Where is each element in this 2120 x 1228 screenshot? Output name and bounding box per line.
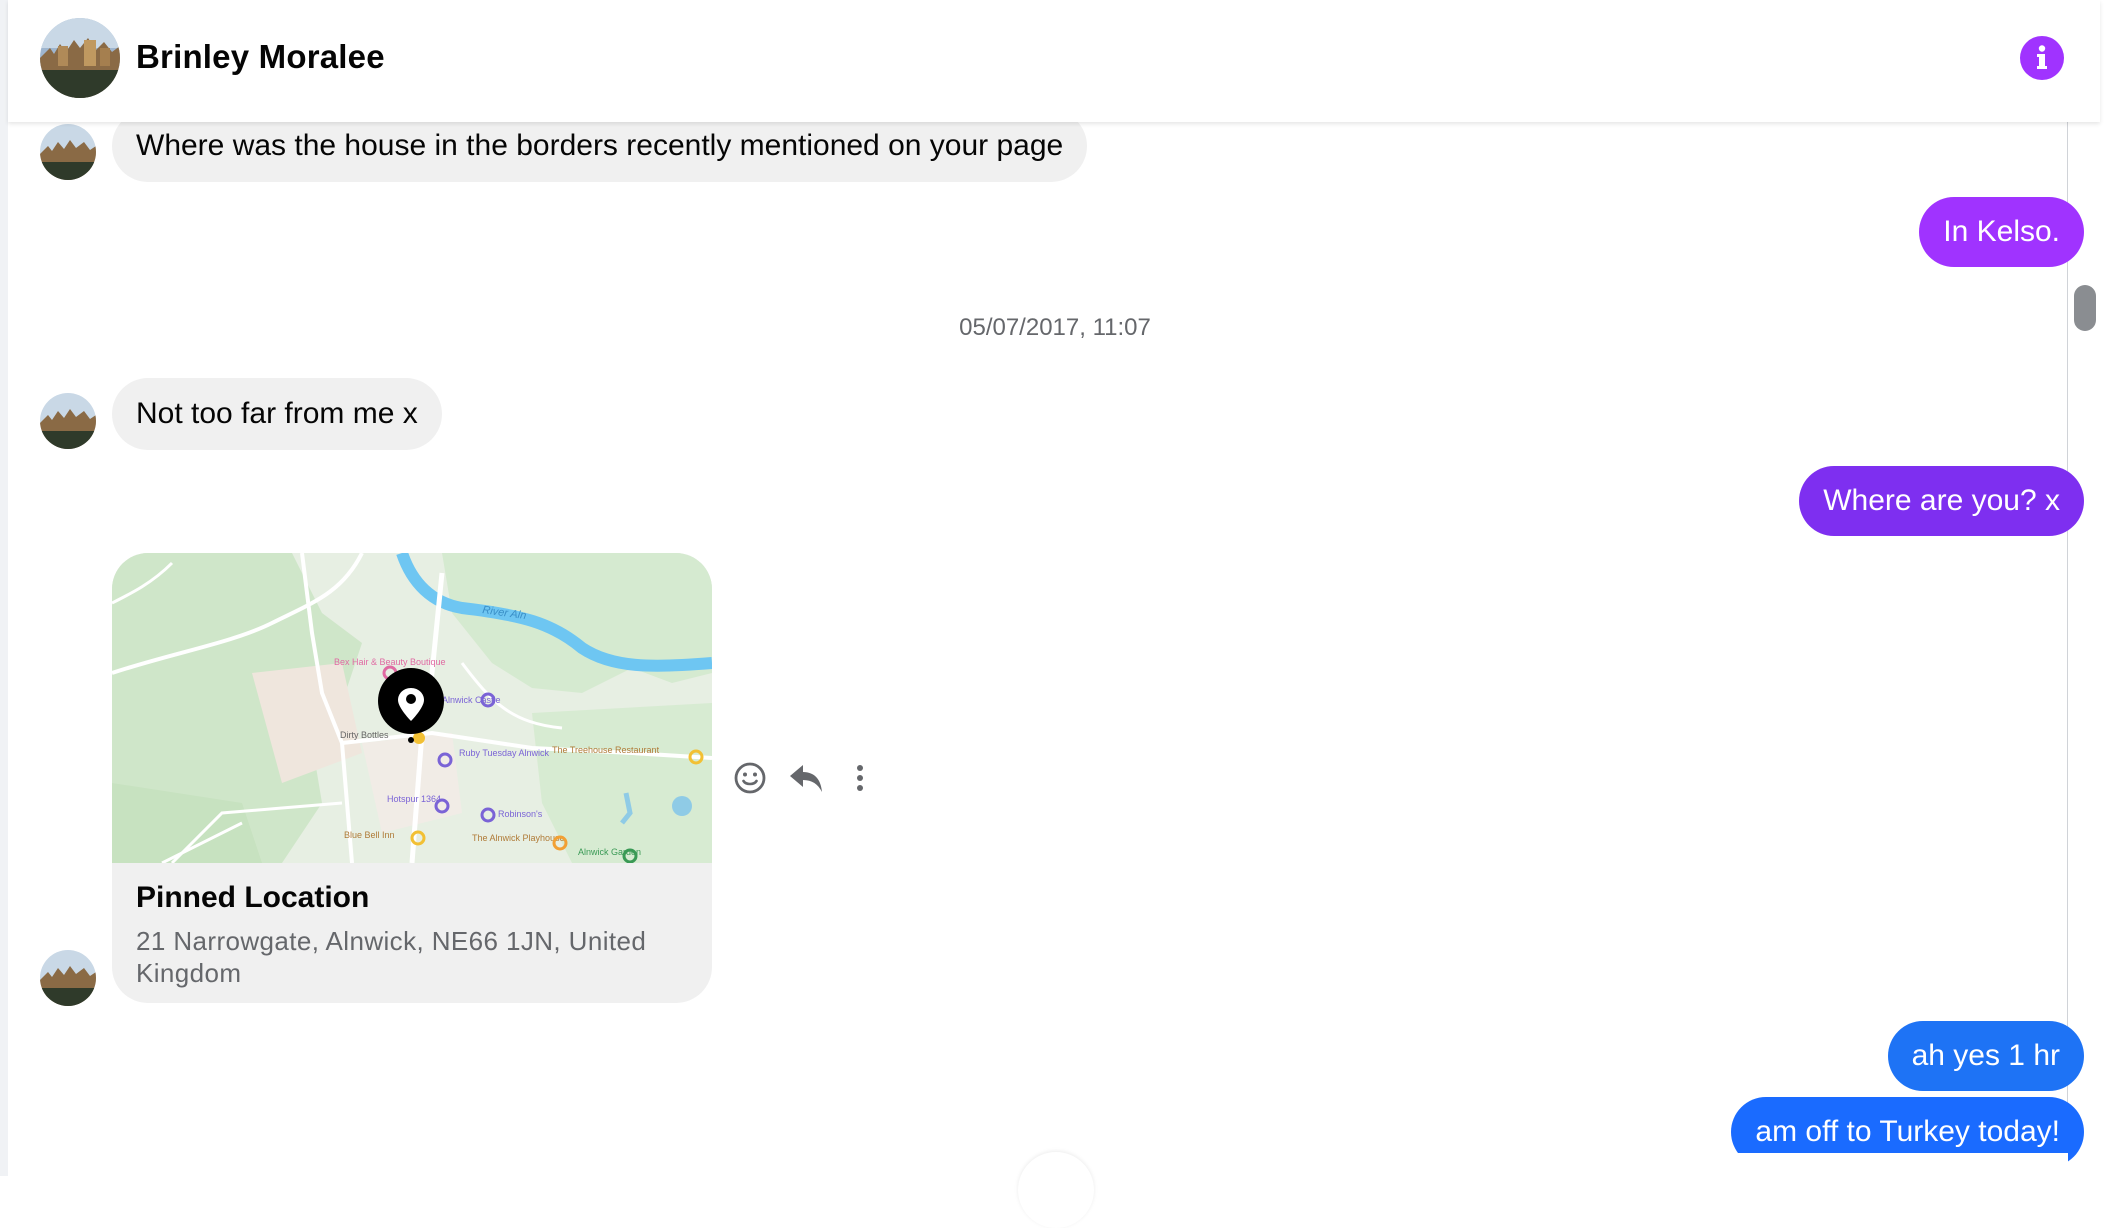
location-map[interactable]: River Aln Bex Hair & Beauty Boutique Aln…: [112, 553, 712, 865]
location-card[interactable]: River Aln Bex Hair & Beauty Boutique Aln…: [112, 553, 712, 1003]
reply-arrow-icon[interactable]: [786, 756, 826, 800]
location-address: 21 Narrowgate, Alnwick, NE66 1JN, United…: [136, 926, 647, 988]
map-label-bex: Bex Hair & Beauty Boutique: [334, 657, 446, 667]
scroll-to-bottom-button[interactable]: [1018, 1152, 1094, 1228]
message-actions: [730, 756, 880, 800]
map-label-garden: Alnwick Garden: [578, 847, 641, 857]
smiley-icon[interactable]: [730, 756, 770, 800]
map-label-dirty-bottles: Dirty Bottles: [340, 730, 389, 740]
conversation-header: Brinley Moralee: [8, 0, 2100, 122]
map-label-robinsons: Robinson's: [498, 809, 543, 819]
contact-avatar-small[interactable]: [40, 393, 96, 449]
info-icon[interactable]: [2020, 36, 2064, 80]
message-bubble-outgoing[interactable]: In Kelso.: [1919, 197, 2084, 267]
window-edge: [0, 0, 8, 1176]
contact-avatar-small[interactable]: [40, 124, 96, 180]
message-bubble-incoming[interactable]: Not too far from me x: [112, 378, 442, 450]
message-bubble-outgoing[interactable]: Where are you? x: [1799, 466, 2084, 536]
scrollbar-track[interactable]: [2067, 122, 2068, 1176]
contact-name[interactable]: Brinley Moralee: [136, 38, 385, 76]
message-bubble-outgoing[interactable]: ah yes 1 hr: [1887, 1021, 2084, 1091]
map-label-ruby-tuesday: Ruby Tuesday Alnwick: [459, 748, 550, 758]
more-vertical-icon[interactable]: [840, 756, 880, 800]
map-label-blue-bell: Blue Bell Inn: [344, 830, 395, 840]
map-label-treehouse: The Treehouse Restaurant: [552, 745, 660, 755]
message-timestamp: 05/07/2017, 11:07: [959, 314, 1151, 341]
contact-avatar-small[interactable]: [40, 950, 96, 1006]
map-label-playhouse: The Alnwick Playhouse: [472, 833, 565, 843]
contact-avatar[interactable]: [40, 18, 120, 98]
location-title: Pinned Location: [136, 881, 370, 914]
map-label-hotspur: Hotspur 1364: [387, 794, 441, 804]
